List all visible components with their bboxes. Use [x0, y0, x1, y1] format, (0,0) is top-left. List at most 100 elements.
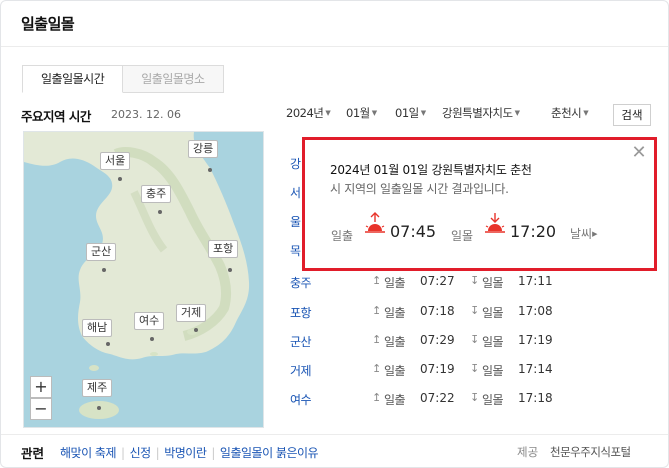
sunrise-label: 일출	[384, 306, 406, 320]
related-title: 관련	[21, 446, 45, 461]
popup-sunset-label: 일몰	[451, 229, 474, 243]
day-value: 01일	[395, 106, 419, 120]
city-link[interactable]: 강	[290, 155, 301, 172]
chevron-right-icon: ▶	[592, 230, 598, 238]
city-link[interactable]: 울	[290, 213, 301, 230]
map-label-seoul[interactable]: 서울	[100, 152, 131, 170]
popup-result-line1: 2024년 01월 01일 강원특별자치도 춘천	[330, 163, 532, 177]
popup-sunrise-time: 07:45	[390, 222, 437, 241]
sunset-time: 17:14	[518, 362, 553, 376]
page-title: 일출일몰	[21, 15, 75, 33]
sunrise-icon	[365, 212, 385, 233]
sunset-label: 일몰	[482, 306, 504, 320]
province-value: 강원특별자치도	[442, 106, 513, 120]
map-pin	[228, 268, 232, 272]
popup-sunset-time: 17:20	[510, 222, 557, 241]
city-link[interactable]: 목	[290, 242, 301, 259]
korea-map[interactable]: 서울 강릉 충주 군산 포항 해남 여수 거제 제주 + −	[23, 131, 264, 428]
map-shapes	[24, 132, 250, 419]
sunset-arrow-icon: ↧	[470, 362, 480, 375]
section-date: 2023. 12. 06	[111, 108, 181, 121]
city-link[interactable]: 군산	[290, 333, 312, 350]
related-link[interactable]: 신정	[130, 446, 152, 460]
day-select[interactable]: 01일 ▼	[395, 105, 426, 121]
popup-sunrise-label: 일출	[331, 229, 354, 243]
city-link[interactable]: 거제	[290, 362, 312, 379]
sunset-time: 17:18	[518, 391, 553, 405]
related-link[interactable]: 일출일몰이 붉은이유	[220, 446, 319, 460]
list-item: 군산 ↥ 일출 07:29 ↧ 일몰 17:19	[290, 333, 570, 353]
popup-result-line2: 시 지역의 일출일몰 시간 결과입니다.	[330, 182, 509, 196]
city-link[interactable]: 포항	[290, 304, 312, 321]
sunrise-arrow-icon: ↥	[372, 391, 382, 404]
city-link[interactable]: 충주	[290, 274, 312, 291]
search-button[interactable]: 검색	[613, 104, 651, 126]
map-label-gunsan[interactable]: 군산	[86, 243, 117, 261]
map-label-yeosu[interactable]: 여수	[134, 312, 165, 330]
zoom-out-button[interactable]: −	[30, 398, 52, 420]
sunrise-label: 일출	[384, 364, 406, 378]
map-pin	[102, 268, 106, 272]
city-select[interactable]: 춘천시 ▼	[551, 105, 589, 121]
close-icon[interactable]: ✕	[630, 144, 648, 162]
province-select[interactable]: 강원특별자치도 ▼	[442, 105, 520, 121]
sunrise-sunset-panel: 일출일몰 일출일몰시간 일출일몰명소 주요지역 시간 2023. 12. 06 …	[0, 0, 669, 468]
map-pin	[118, 177, 122, 181]
link-separator: |	[211, 446, 215, 460]
map-label-pohang[interactable]: 포항	[208, 240, 239, 258]
related-link[interactable]: 해맞이 축제	[60, 446, 117, 460]
link-separator: |	[155, 446, 160, 460]
sunset-time: 17:08	[518, 304, 553, 318]
related-links: 해맞이 축제 | 신정 | 박명이란 | 일출일몰이 붉은이유	[60, 444, 319, 461]
provider-link[interactable]: 천문우주지식포털	[550, 444, 631, 460]
map-label-jeju[interactable]: 제주	[82, 379, 113, 397]
sunset-label: 일몰	[482, 393, 504, 407]
sunset-time: 17:11	[518, 274, 553, 288]
month-value: 01월	[346, 106, 370, 120]
list-item: 거제 ↥ 일출 07:19 ↧ 일몰 17:14	[290, 362, 570, 382]
sunset-arrow-icon: ↧	[470, 333, 480, 346]
weather-link[interactable]: 날씨▶	[570, 225, 597, 242]
caret-down-icon: ▼	[371, 109, 377, 117]
sunrise-label: 일출	[384, 335, 406, 349]
sunset-icon	[485, 213, 505, 233]
sunrise-time: 07:18	[420, 304, 455, 318]
map-pin	[194, 328, 198, 332]
sunset-label: 일몰	[482, 335, 504, 349]
map-label-gangneung[interactable]: 강릉	[188, 140, 219, 158]
map-label-haenam[interactable]: 해남	[82, 319, 113, 337]
month-select[interactable]: 01월 ▼	[346, 105, 377, 121]
list-item: 여수 ↥ 일출 07:22 ↧ 일몰 17:18	[290, 391, 570, 411]
map-pin	[150, 337, 154, 341]
tab-bar: 일출일몰시간 일출일몰명소	[22, 65, 224, 93]
city-link[interactable]: 서	[290, 184, 301, 201]
caret-down-icon: ▼	[583, 109, 589, 117]
list-item: 포항 ↥ 일출 07:18 ↧ 일몰 17:08	[290, 304, 570, 324]
sunrise-time: 07:27	[420, 274, 455, 288]
sunrise-time: 07:22	[420, 391, 455, 405]
sunrise-label: 일출	[384, 276, 406, 290]
map-pin	[208, 168, 212, 172]
year-select[interactable]: 2024년 ▼	[286, 105, 331, 121]
map-pin	[106, 342, 110, 346]
footer-divider	[1, 434, 668, 435]
year-value: 2024년	[286, 106, 324, 120]
map-pin	[97, 406, 101, 410]
city-value: 춘천시	[551, 106, 582, 120]
zoom-in-button[interactable]: +	[30, 376, 52, 398]
tab-sunrise-spots[interactable]: 일출일몰명소	[123, 65, 224, 93]
related-link[interactable]: 박명이란	[164, 446, 207, 460]
tab-sunrise-times[interactable]: 일출일몰시간	[22, 65, 124, 93]
sunset-arrow-icon: ↧	[470, 304, 480, 317]
result-popup: 2024년 01월 01일 강원특별자치도 춘천 시 지역의 일출일몰 시간 결…	[302, 137, 657, 271]
caret-down-icon: ▼	[420, 109, 426, 117]
city-link[interactable]: 여수	[290, 391, 312, 408]
title-divider	[1, 46, 668, 47]
weather-label: 날씨	[570, 227, 593, 241]
map-label-chungju[interactable]: 충주	[141, 185, 172, 203]
sunrise-time: 07:29	[420, 333, 455, 347]
sunrise-arrow-icon: ↥	[372, 362, 382, 375]
caret-down-icon: ▼	[325, 109, 331, 117]
map-label-geoje[interactable]: 거제	[176, 304, 207, 322]
list-item: 충주 ↥ 일출 07:27 ↧ 일몰 17:11	[290, 274, 570, 294]
